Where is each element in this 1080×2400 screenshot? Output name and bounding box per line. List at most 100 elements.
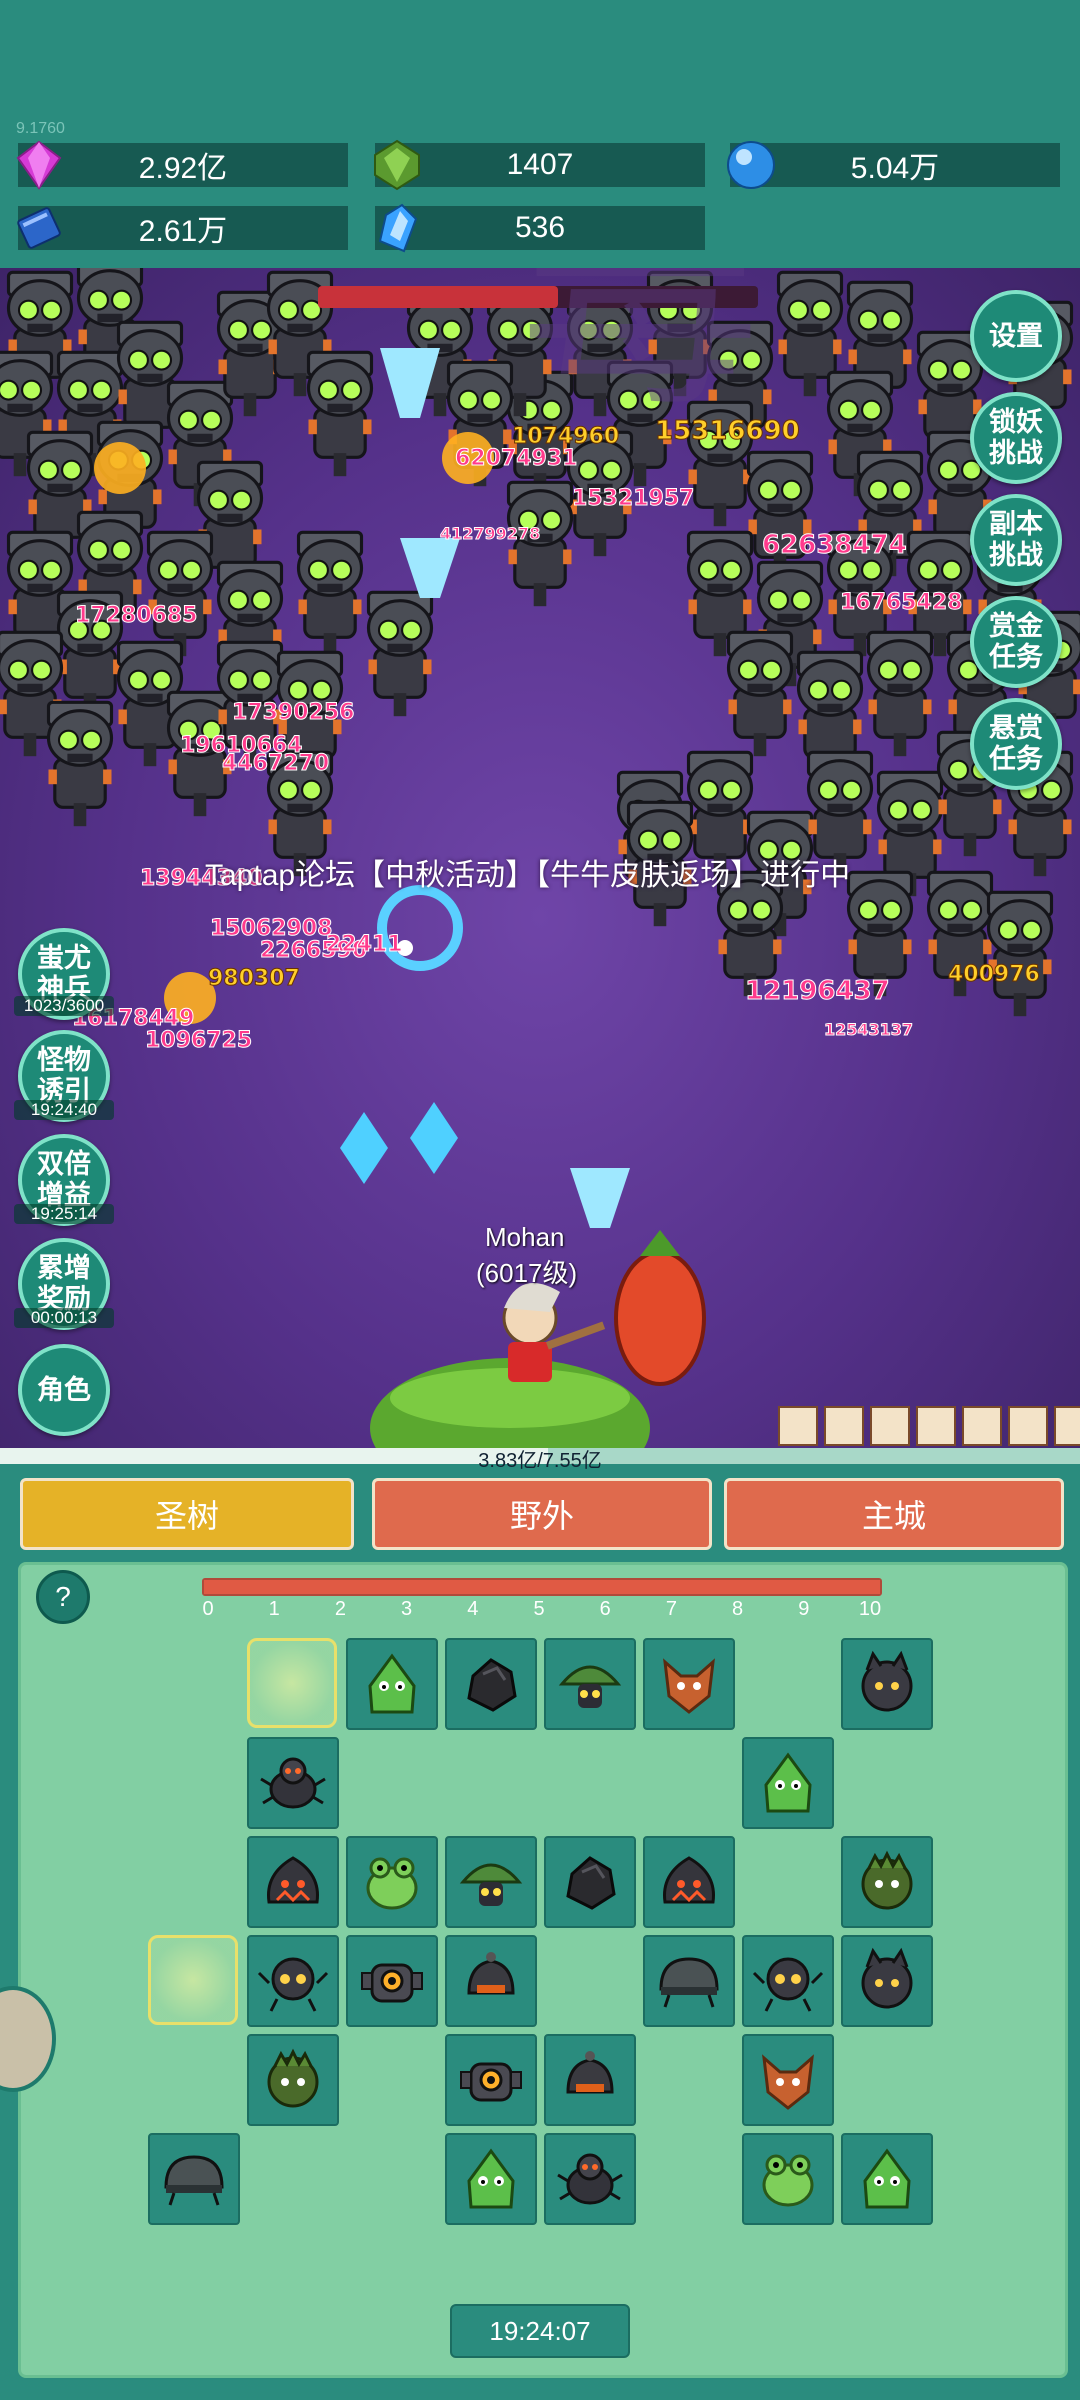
damage-number: 400976 [948,962,1041,988]
tab-wilderness-label: 野外 [509,1498,574,1534]
tab-wilderness[interactable]: 野外 [372,1478,712,1550]
helmet-icon [164,2155,224,2206]
green-crystal-icon [374,139,420,191]
grid-monster-blob[interactable] [643,1836,735,1928]
grid-monster-beetle[interactable] [445,1935,537,2027]
grid-monster-rock[interactable] [445,1638,537,1730]
grid-monster-mushroom[interactable] [544,1638,636,1730]
damage-number: 15321957 [571,486,695,512]
version-text: 9.1760 [16,120,65,137]
skeleton-enemy [146,530,214,658]
damage-number: 22411 [326,932,404,958]
blob-icon [663,1856,715,1904]
grid-monster-skullbot[interactable] [247,1935,339,2027]
grid-monster-bush[interactable] [247,2034,339,2126]
chiyou-weapon-progress: 1023/3600 [14,996,114,1016]
damage-number: 1096725 [144,1028,253,1054]
grid-monster-mushroom[interactable] [445,1836,537,1928]
grid-tick-0: 0 [202,1598,214,1620]
grid-tick-6: 6 [599,1598,611,1620]
grid-monster-beetle[interactable] [544,2034,636,2126]
grid-monster-bush[interactable] [841,1836,933,1928]
double-buff-timer: 19:25:14 [14,1204,114,1224]
exp-bar-text: 3.83亿/7.55亿 [478,1450,602,1472]
grid-monster-bug[interactable] [544,2133,636,2225]
tab-main-city[interactable]: 主城 [724,1478,1064,1550]
skill-slot-6[interactable] [1008,1406,1048,1446]
resource-book-value: 2.61万 [138,215,228,248]
grid-monster-helmet[interactable] [148,2133,240,2225]
blue-book-icon [17,207,61,249]
cumulative-reward-timer: 00:00:13 [14,1308,114,1328]
reward-task-button[interactable]: 悬赏 任务 [970,698,1062,790]
dungeon-challenge-button[interactable]: 副本 挑战 [970,494,1062,586]
battlefield[interactable]: 毒 17280685 17390256 19610664 4467270 139… [0,268,1080,1448]
grid-monster-fox[interactable] [742,2034,834,2126]
skeleton-enemy [306,350,374,478]
monster-lure-label: 怪物 诱引 [37,1045,91,1106]
damage-number: 62074931 [454,446,578,472]
grid-monster-cactus[interactable] [445,2133,537,2225]
skill-slot-4[interactable] [916,1406,956,1446]
empty-glowing-slot[interactable] [247,1638,337,1728]
skill-slot-2[interactable] [824,1406,864,1446]
announcement-marquee: Taptap论坛【中秋活动】【牛牛皮肤返场】进行中 [205,859,851,892]
grid-monster-cactus[interactable] [742,1737,834,1829]
grid-monster-cactus[interactable] [346,1638,438,1730]
grid-tick-5: 5 [533,1598,545,1620]
resource-crystal: 1407 [375,143,705,187]
fox-icon [663,1658,715,1714]
cactus-icon [764,1752,812,1813]
bounty-task-button[interactable]: 赏金 任务 [970,596,1062,688]
rock-icon [566,1856,616,1910]
skill-slot-7[interactable] [1054,1406,1080,1446]
resource-gems: 2.92亿 [18,143,348,187]
grid-monster-blob[interactable] [247,1836,339,1928]
grid-monster-wolf[interactable] [841,1638,933,1730]
damage-number: 17280685 [74,603,198,629]
robot-icon [460,2062,522,2102]
grid-monster-helmet[interactable] [643,1935,735,2027]
skill-slot-5[interactable] [962,1406,1002,1446]
settings-label: 设置 [989,320,1043,351]
wolf-icon [861,1947,913,2009]
empty-glowing-slot[interactable] [148,1935,238,2025]
settings-button[interactable]: 设置 [970,290,1062,382]
grid-monster-wolf[interactable] [841,1935,933,2027]
blue-shard-icon [378,203,418,253]
grid-monster-rock[interactable] [544,1836,636,1928]
grid-tick-10: 10 [858,1598,882,1620]
skeleton-enemy [366,590,434,718]
grid-monster-frog[interactable] [346,1836,438,1928]
player-level: (6017级) [476,1258,578,1288]
lock-demon-challenge-button[interactable]: 锁妖 挑战 [970,392,1062,484]
damage-number: 62638474 [762,530,908,561]
exp-bar: 3.83亿/7.55亿 [0,1448,1080,1472]
help-label: ? [55,1581,71,1612]
grid-progress-bar [202,1578,882,1596]
grid-monster-cactus[interactable] [841,2133,933,2225]
frog-icon [762,2154,814,2207]
grid-monster-robot[interactable] [445,2034,537,2126]
skill-slot-1[interactable] [778,1406,818,1446]
grid-monster-frog[interactable] [742,2133,834,2225]
tab-sacred-tree[interactable]: 圣树 [20,1478,354,1550]
damage-number: 12543137 [823,1020,914,1040]
skeleton-enemy [866,630,934,758]
mushroom-icon [459,1863,523,1906]
grid-monster-bug[interactable] [247,1737,339,1829]
cactus-icon [467,2148,515,2209]
grid-monster-skullbot[interactable] [742,1935,834,2027]
tab-main-city-label: 主城 [861,1498,926,1534]
damage-number: 412799278 [439,524,541,544]
skullbot-icon [257,1957,329,2012]
grid-monster-robot[interactable] [346,1935,438,2027]
help-button[interactable]: ? [36,1570,90,1624]
character-label: 角色 [37,1374,91,1405]
cactus-icon [368,1653,416,1714]
resource-crystal-value: 1407 [506,148,574,181]
grid-tick-1: 1 [268,1598,280,1620]
grid-monster-fox[interactable] [643,1638,735,1730]
skill-slot-3[interactable] [870,1406,910,1446]
character-button[interactable]: 角色 [18,1344,110,1436]
